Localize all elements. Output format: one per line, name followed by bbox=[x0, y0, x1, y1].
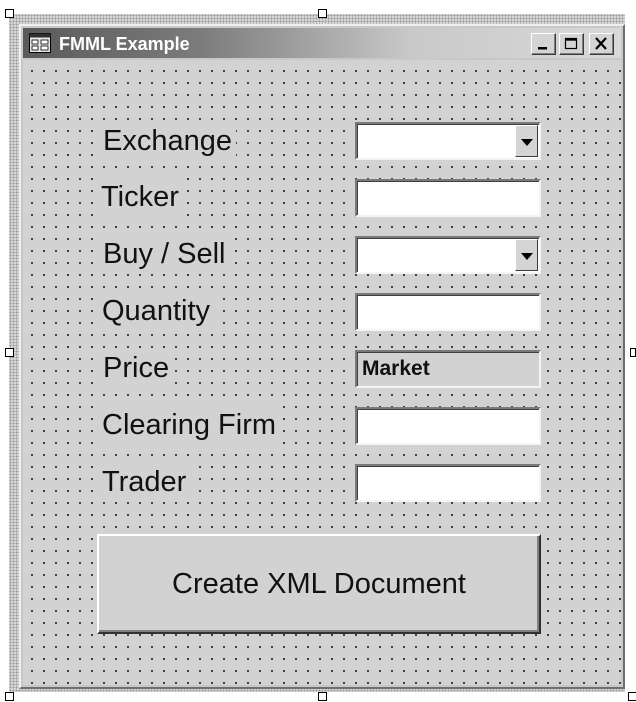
resize-handle-bottom-right[interactable] bbox=[628, 692, 636, 701]
clearing-firm-label: Clearing Firm bbox=[98, 405, 281, 445]
resize-handle-bottom[interactable] bbox=[318, 692, 327, 701]
close-button[interactable] bbox=[589, 33, 614, 55]
minimize-icon bbox=[538, 47, 547, 50]
clearing-firm-input[interactable] bbox=[355, 407, 541, 445]
application-icon bbox=[29, 33, 51, 53]
resize-handle-left[interactable] bbox=[5, 348, 14, 357]
form-window: FMML Example Exchange Ticker Buy / Sell … bbox=[19, 24, 625, 689]
maximize-button[interactable] bbox=[559, 33, 584, 55]
resize-handle-right[interactable] bbox=[630, 348, 636, 357]
exchange-label: Exchange bbox=[99, 121, 236, 161]
resize-handle-top-left[interactable] bbox=[5, 9, 14, 18]
buy-sell-dropdown-button[interactable] bbox=[515, 239, 538, 271]
quantity-input[interactable] bbox=[355, 293, 541, 331]
price-label: Price bbox=[99, 348, 174, 388]
window-title: FMML Example bbox=[59, 34, 190, 54]
form-designer-surface: FMML Example Exchange Ticker Buy / Sell … bbox=[0, 0, 636, 702]
quantity-label: Quantity bbox=[98, 291, 214, 331]
resize-handle-bottom-left[interactable] bbox=[5, 692, 14, 701]
ticker-label: Ticker bbox=[97, 177, 183, 217]
create-xml-document-button[interactable]: Create XML Document bbox=[97, 534, 541, 634]
buy-sell-label: Buy / Sell bbox=[99, 234, 230, 274]
chevron-down-icon bbox=[521, 139, 533, 146]
buy-sell-dropdown[interactable] bbox=[355, 236, 541, 274]
maximize-icon bbox=[564, 37, 578, 50]
form-client-area: Exchange Ticker Buy / Sell Quantity Pric… bbox=[23, 60, 621, 685]
exchange-dropdown-button[interactable] bbox=[515, 125, 538, 157]
title-bar[interactable]: FMML Example bbox=[23, 28, 621, 58]
close-icon bbox=[595, 37, 607, 50]
trader-label: Trader bbox=[98, 462, 191, 502]
ticker-input[interactable] bbox=[355, 179, 541, 217]
price-field: Market bbox=[355, 350, 541, 388]
chevron-down-icon bbox=[521, 253, 533, 260]
resize-handle-top[interactable] bbox=[318, 9, 327, 18]
trader-input[interactable] bbox=[355, 464, 541, 502]
exchange-dropdown[interactable] bbox=[355, 122, 541, 160]
minimize-button[interactable] bbox=[531, 33, 556, 55]
